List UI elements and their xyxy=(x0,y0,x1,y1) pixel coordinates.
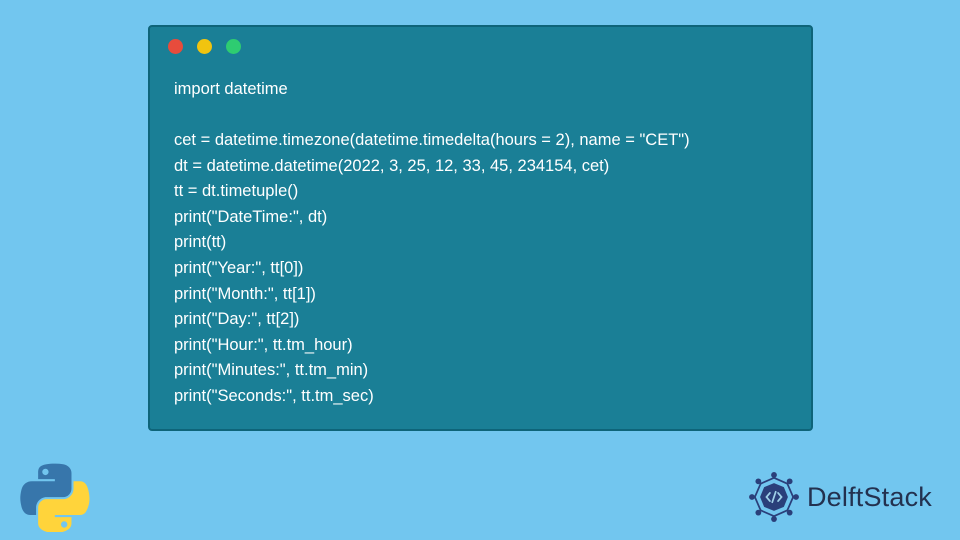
brand-name: DelftStack xyxy=(807,482,932,513)
delftstack-icon xyxy=(745,468,803,526)
maximize-icon xyxy=(226,39,241,54)
window-titlebar xyxy=(150,27,811,65)
python-logo-icon xyxy=(20,462,90,532)
minimize-icon xyxy=(197,39,212,54)
code-block: import datetime cet = datetime.timezone(… xyxy=(150,65,811,429)
close-icon xyxy=(168,39,183,54)
brand-logo: DelftStack xyxy=(745,468,932,526)
code-window: import datetime cet = datetime.timezone(… xyxy=(148,25,813,431)
